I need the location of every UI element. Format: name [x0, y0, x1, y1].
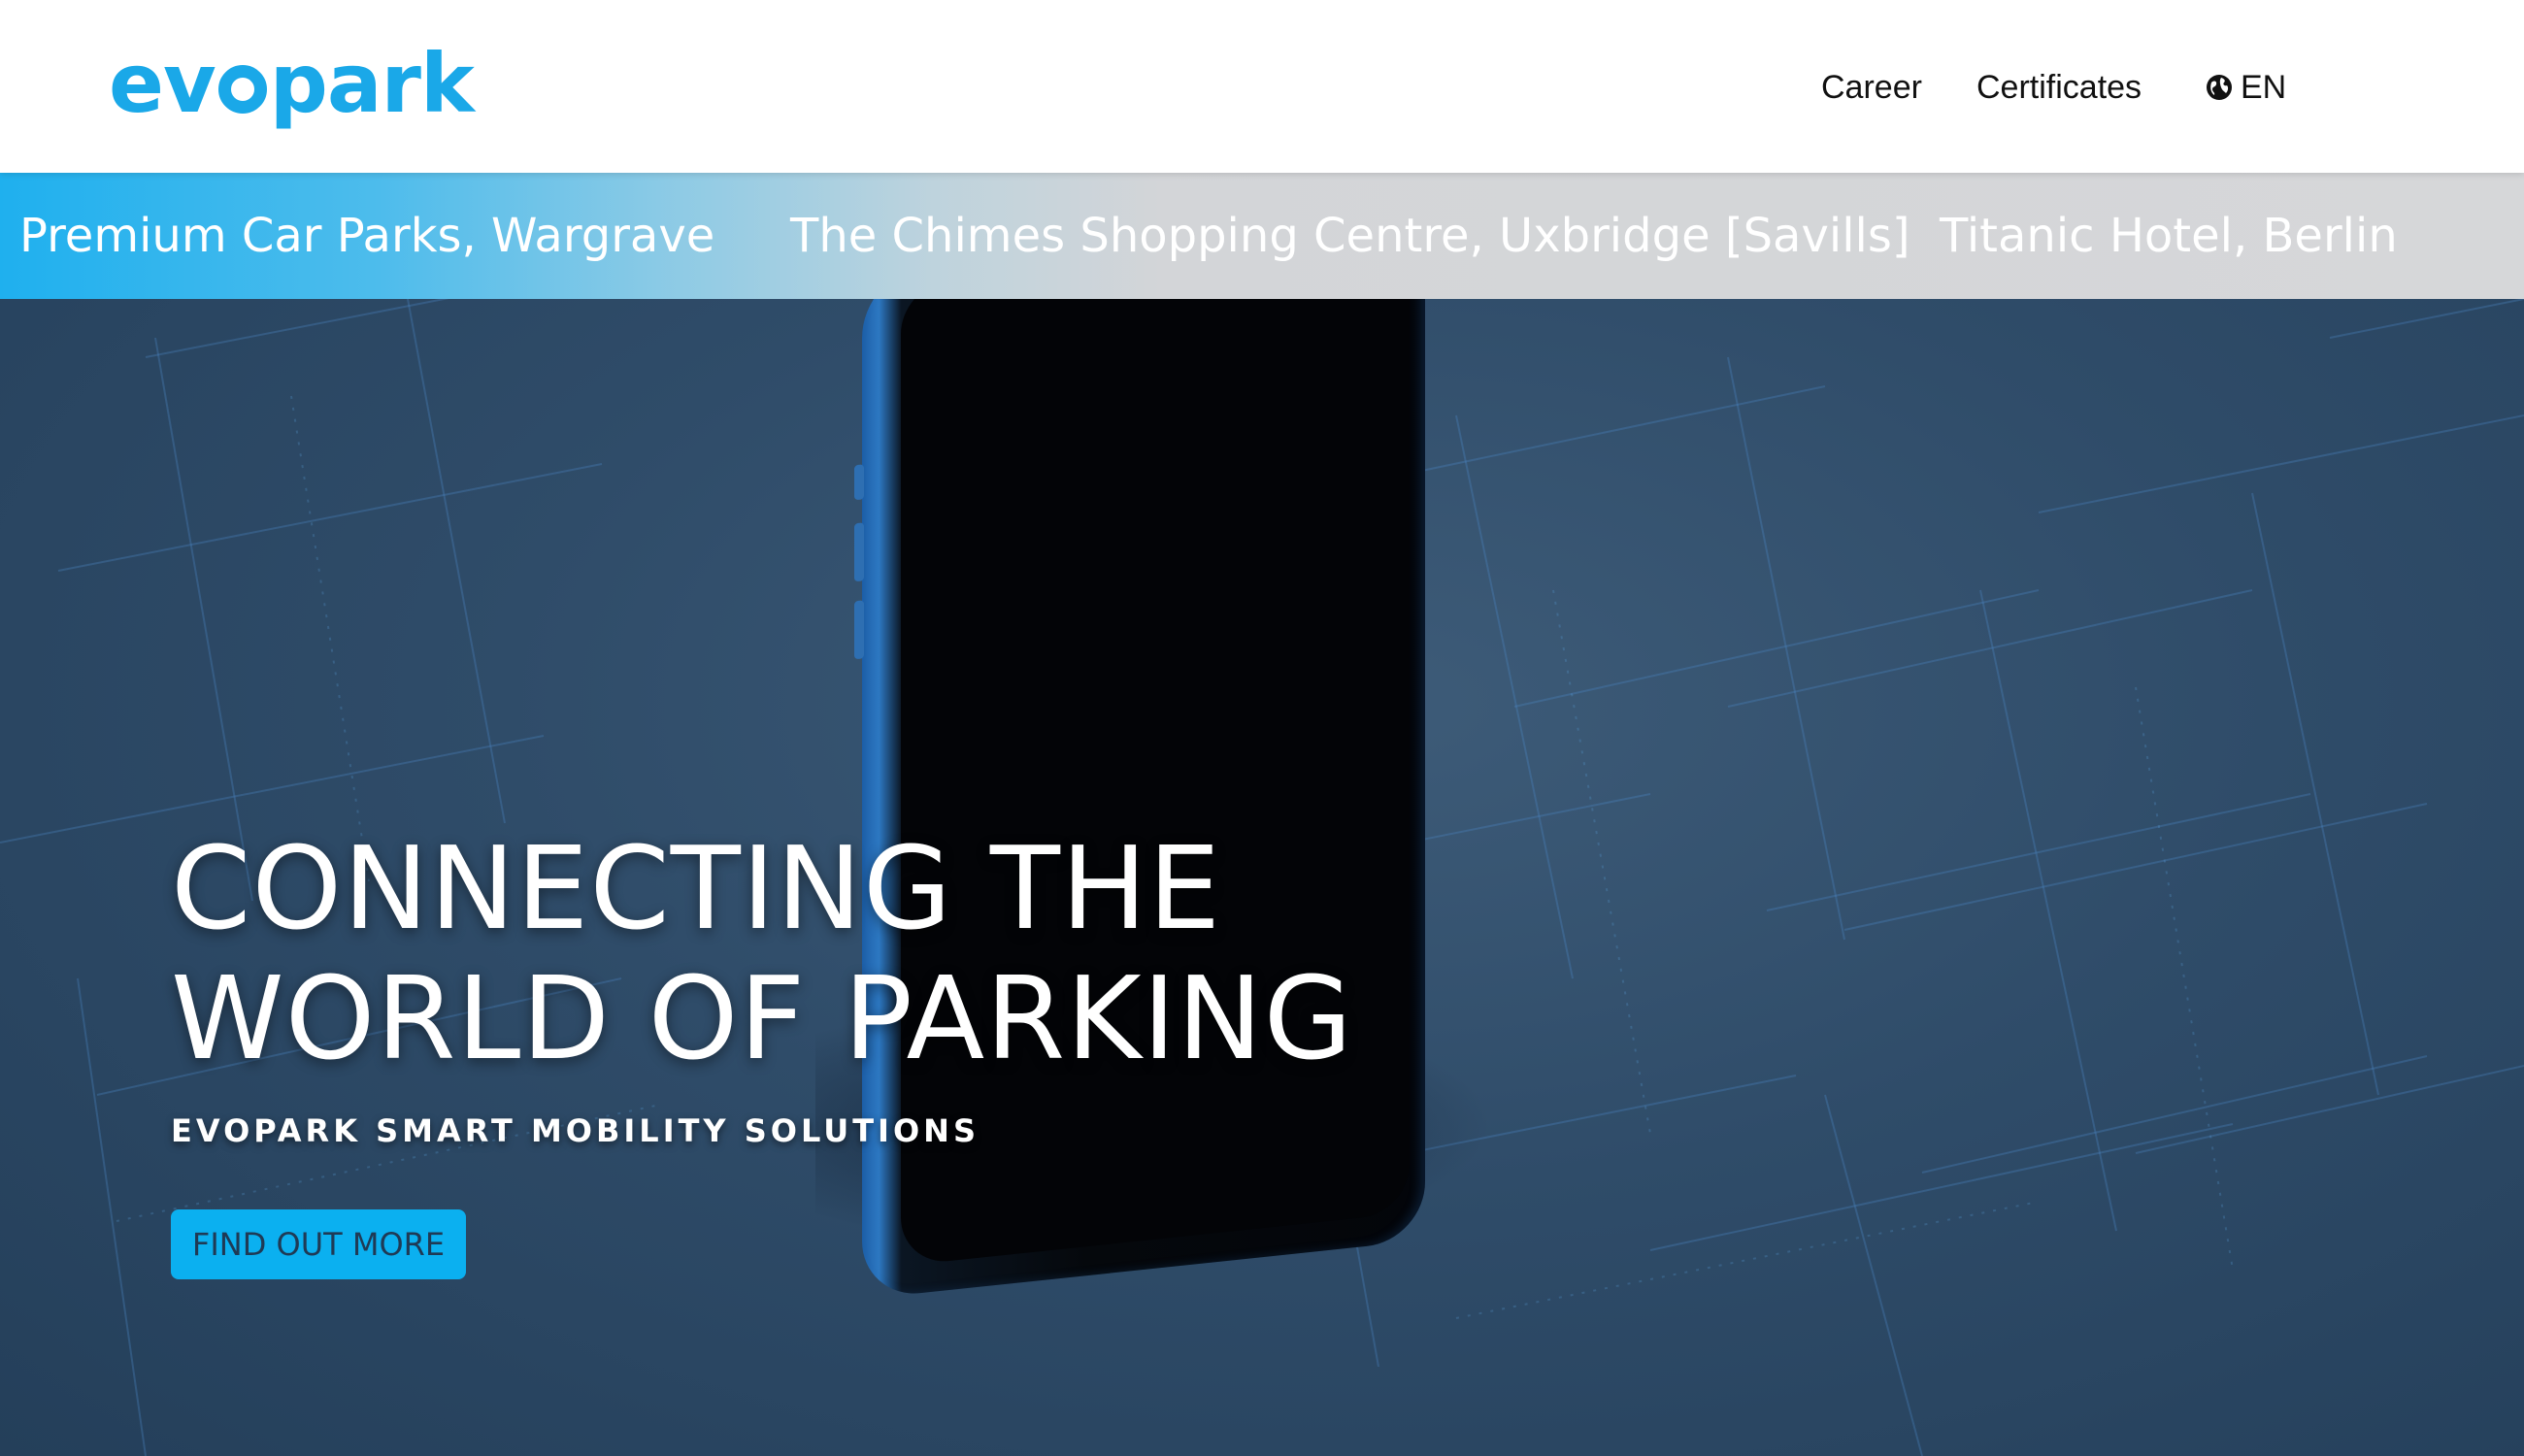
- ticker-item[interactable]: The Chimes Shopping Centre, Uxbridge [Sa…: [790, 173, 1910, 299]
- phone-button: [854, 522, 864, 582]
- hero-section: CONNECTING THE WORLD OF PARKING EVOPARK …: [0, 299, 2524, 1456]
- nav-item-certificates[interactable]: Certificates: [1976, 58, 2142, 116]
- nav-certificates-link[interactable]: Certificates: [1976, 69, 2142, 107]
- nav-item-career[interactable]: Career: [1821, 58, 1922, 116]
- language-switcher[interactable]: EN: [2206, 58, 2286, 116]
- nav-career-link[interactable]: Career: [1821, 69, 1922, 107]
- hero-title-line: CONNECTING THE: [171, 821, 1222, 955]
- logo-text-park: park: [269, 36, 475, 131]
- location-ticker: Premium Car Parks, Wargrave The Chimes S…: [0, 173, 2524, 299]
- hero-title-line: WORLD OF PARKING: [171, 951, 1354, 1085]
- language-label: EN: [2241, 68, 2287, 106]
- hero-title: CONNECTING THE WORLD OF PARKING: [171, 823, 1353, 1083]
- find-out-more-button[interactable]: FIND OUT MORE: [171, 1209, 466, 1279]
- ticker-item[interactable]: Titanic Hotel, Berlin: [1940, 173, 2398, 299]
- phone-button: [854, 600, 864, 660]
- phone-button: [854, 464, 864, 501]
- hero-subtitle: EVOPARK SMART MOBILITY SOLUTIONS: [171, 1112, 980, 1149]
- ticker-item[interactable]: Premium Car Parks, Wargrave: [19, 173, 714, 299]
- globe-icon: [2207, 75, 2232, 100]
- site-header: ev park Career Certificates EN: [0, 0, 2524, 173]
- evopark-logo[interactable]: ev park: [109, 35, 475, 132]
- logo-text-evo: ev: [109, 36, 216, 131]
- logo-o-mark: [217, 65, 267, 114]
